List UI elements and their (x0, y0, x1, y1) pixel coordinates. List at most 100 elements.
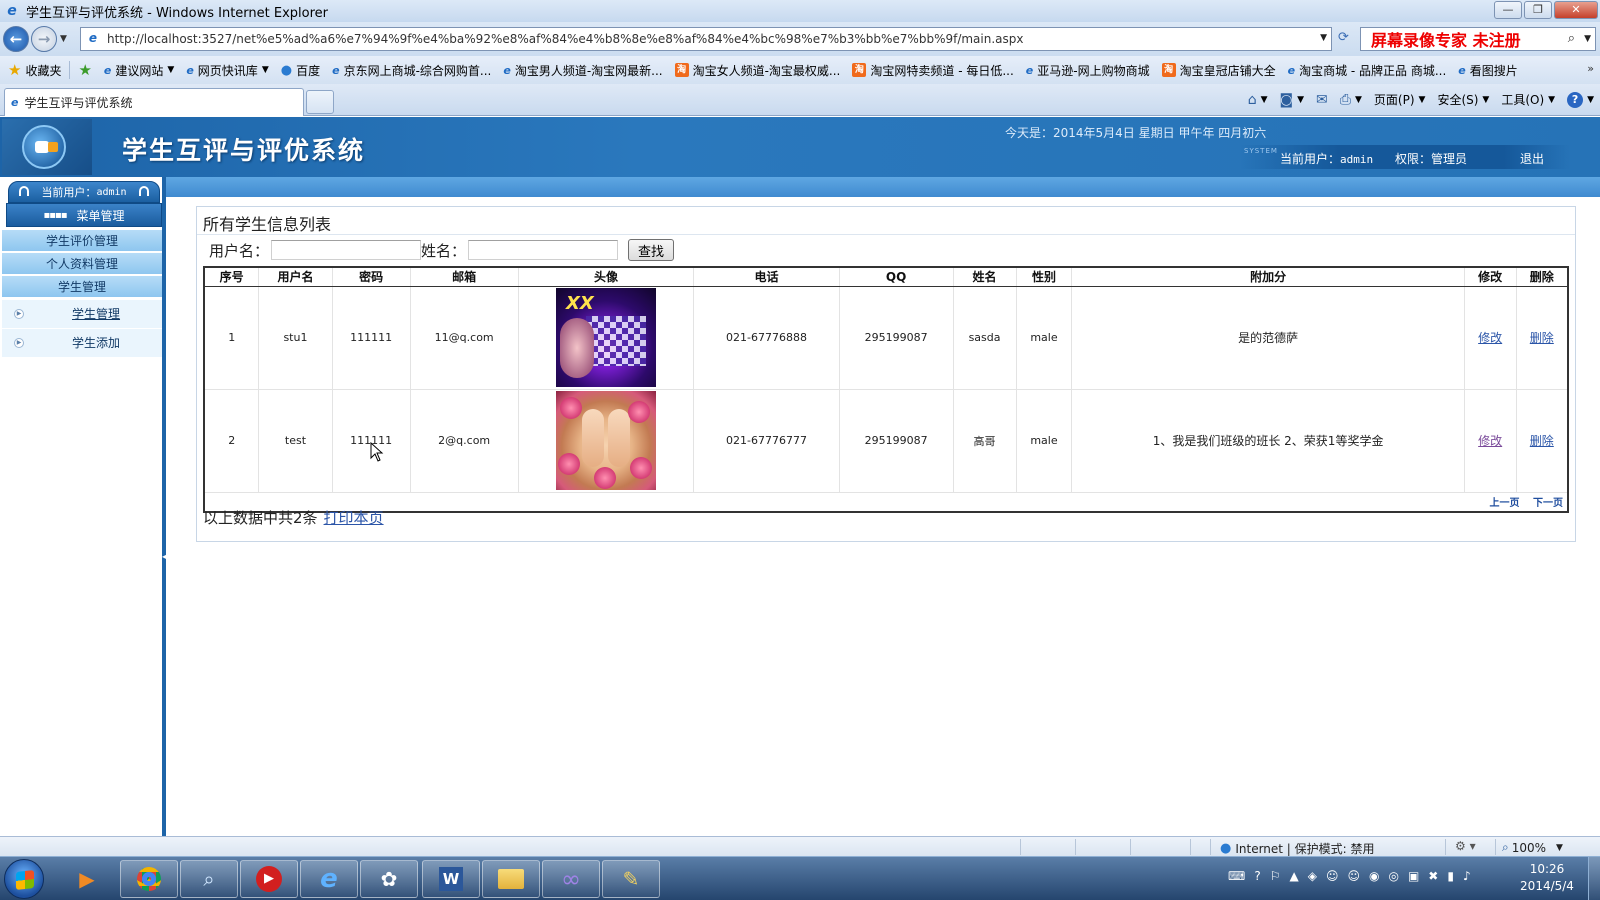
back-button[interactable]: ← (3, 26, 29, 52)
video-player-icon[interactable]: ▶ (240, 860, 298, 898)
favorite-item[interactable]: 淘淘宝皇冠店铺大全 (1161, 62, 1276, 79)
clock[interactable]: 10:26 2014/5/4 (1512, 861, 1582, 895)
media-player-icon[interactable]: ▶ (58, 860, 116, 898)
url-text[interactable]: http://localhost:3527/net%e5%ad%a6%e7%94… (107, 32, 1024, 46)
page-menu[interactable]: 页面(P) ▼ (1374, 91, 1426, 108)
delete-link[interactable]: 删除 (1530, 434, 1554, 448)
table-row: 1 stu1 111111 11@q.com XX 021-67776888 2… (203, 285, 1569, 390)
edit-link[interactable]: 修改 (1478, 331, 1502, 345)
favorite-item[interactable]: e 京东网上商城-综合网购首... (332, 62, 491, 79)
close-button[interactable]: ✕ (1554, 1, 1598, 19)
search-icon[interactable]: ⌕ (1568, 31, 1575, 46)
sidebar-subitem-student-manage[interactable]: ▶ 学生管理 (2, 300, 162, 328)
name-input[interactable] (468, 240, 619, 260)
favorites-overflow-button[interactable]: » (1587, 62, 1594, 75)
security-tray-icon[interactable]: ◎ (1388, 869, 1398, 883)
print-button[interactable]: ⎙ ▼ (1340, 92, 1362, 108)
favorite-item[interactable]: e 网页快讯库 ▼ (186, 62, 268, 79)
folder-icon[interactable] (482, 860, 540, 898)
word-icon[interactable]: W (422, 860, 480, 898)
chrome-icon[interactable] (120, 860, 178, 898)
cell-bonus: 1、我是我们班级的班长 2、荣获1等奖学金 (1071, 388, 1465, 493)
favorite-item[interactable]: ● 百度 (281, 62, 320, 79)
chevron-down-icon: ▼ (1297, 94, 1305, 105)
favorite-item[interactable]: e 淘宝男人频道-淘宝网最新... (503, 62, 662, 79)
compatibility-view-icon[interactable]: ⟳ (1338, 30, 1349, 45)
logout-link[interactable]: 退出 (1520, 150, 1544, 167)
forward-button[interactable]: → (31, 26, 57, 52)
cell-password: 111111 (331, 388, 411, 493)
favorite-item[interactable]: e 亚马逊-网上购物商城 (1026, 62, 1150, 79)
tools-app-icon[interactable]: ✎ (602, 860, 660, 898)
visual-studio-icon[interactable]: ∞ (542, 860, 600, 898)
settings-icon[interactable]: ⚙ ▾ (1455, 839, 1476, 853)
restore-button[interactable]: ❐ (1524, 1, 1552, 19)
home-button[interactable]: ⌂ ▼ (1248, 92, 1268, 108)
address-field[interactable]: e http://localhost:3527/net%e5%ad%a6%e7%… (80, 27, 1332, 51)
favorite-item[interactable]: e 建议网站 ▼ (104, 62, 174, 79)
favorite-label: 网页快讯库 (197, 63, 258, 78)
minimize-button[interactable]: — (1494, 1, 1522, 19)
print-page-link[interactable]: 打印本页 (324, 509, 384, 527)
mail-button[interactable]: ✉ (1316, 92, 1328, 108)
display-tray-icon[interactable]: ▣ (1408, 869, 1419, 883)
new-tab-button[interactable] (306, 90, 334, 114)
search-form: 用户名： 姓名： 查找 (209, 238, 675, 262)
ie-page-icon: e (503, 63, 511, 77)
column-header: 序号 (203, 266, 260, 287)
feeds-button[interactable]: ◙ ▼ (1280, 92, 1305, 108)
tab-active[interactable]: e 学生互评与评优系统 (4, 88, 304, 116)
edit-link[interactable]: 修改 (1478, 434, 1502, 448)
help-button[interactable]: ? ▼ (1567, 91, 1594, 108)
keyboard-icon[interactable]: ⌨ (1228, 869, 1245, 883)
tools-menu[interactable]: 工具(O) ▼ (1501, 91, 1555, 108)
safety-menu[interactable]: 安全(S) ▼ (1437, 91, 1489, 108)
error-tray-icon[interactable]: ✖ (1428, 869, 1438, 883)
prev-page-link[interactable]: 上一页 (1490, 498, 1520, 509)
add-favorite-icon[interactable]: ★ (78, 61, 91, 79)
next-page-link[interactable]: 下一页 (1533, 498, 1563, 509)
favorite-item[interactable]: 淘淘宝网特卖频道 - 每日低... (852, 62, 1014, 79)
avatar-image: XX (555, 288, 656, 387)
notification-icon[interactable]: ⚐ (1270, 869, 1281, 883)
search-field[interactable]: 屏幕录像专家 未注册 ⌕ ▼ (1360, 27, 1596, 51)
network-signal-icon[interactable]: ▮ (1447, 869, 1454, 883)
favorite-item[interactable]: e 淘宝商城 - 品牌正品 商城... (1288, 62, 1447, 79)
favorite-item[interactable]: 淘淘宝女人频道-淘宝最权威... (674, 62, 840, 79)
internet-explorer-icon[interactable]: e (300, 860, 358, 898)
qq-tray-icon[interactable]: ☺ (1326, 869, 1339, 883)
sidebar-item-evaluation[interactable]: 学生评价管理 (2, 230, 162, 252)
qq-app-icon[interactable]: ✿ (360, 860, 418, 898)
address-dropdown-icon[interactable]: ▼ (1320, 33, 1327, 43)
favorite-item[interactable]: e 看图搜片 (1458, 62, 1517, 79)
delete-link[interactable]: 删除 (1530, 331, 1554, 345)
chevron-down-icon: ▼ (1354, 94, 1362, 105)
username-input[interactable] (271, 240, 422, 260)
search-app-icon[interactable]: ⌕ (180, 860, 238, 898)
cell-gender: male (1015, 388, 1073, 493)
zoom-control[interactable]: ⌕ 100% ▼ (1502, 840, 1563, 855)
show-hidden-icons[interactable]: ▲ (1289, 869, 1298, 883)
show-desktop-button[interactable] (1588, 857, 1600, 900)
help-tray-icon[interactable]: ? (1254, 869, 1260, 883)
favorite-label: 淘宝皇冠店铺大全 (1179, 63, 1276, 78)
browser-tray-icon[interactable]: ◉ (1369, 869, 1379, 883)
sidebar-item-profile[interactable]: 个人资料管理 (2, 253, 162, 275)
network-app-icon[interactable]: ◈ (1308, 869, 1317, 883)
find-button[interactable]: 查找 (628, 239, 675, 261)
qq-tray-icon[interactable]: ☺ (1347, 869, 1360, 883)
favorites-button[interactable]: ★ 收藏夹 (8, 61, 61, 79)
security-zone[interactable]: ● Internet | 保护模式: 禁用 (1220, 840, 1375, 857)
cell-email: 2@q.com (409, 388, 519, 493)
sidebar: 当前用户： admin ▪▪▪▪ 菜单管理 学生评价管理 个人资料管理 学生管理 … (0, 177, 168, 836)
start-button[interactable] (4, 859, 44, 899)
chevron-down-icon: ▼ (261, 65, 269, 75)
menu-title[interactable]: ▪▪▪▪ 菜单管理 (6, 203, 162, 227)
volume-icon[interactable]: ♪ (1463, 869, 1471, 883)
sidebar-item-students[interactable]: 学生管理 (2, 276, 162, 298)
sidebar-subitem-student-add[interactable]: ▶ 学生添加 (2, 329, 162, 357)
recent-pages-dropdown[interactable]: ▼ (60, 34, 67, 44)
search-dropdown-icon[interactable]: ▼ (1584, 34, 1591, 44)
favorite-label: 百度 (296, 63, 321, 78)
sidebar-collapse-icon[interactable]: ◀ (162, 550, 168, 564)
